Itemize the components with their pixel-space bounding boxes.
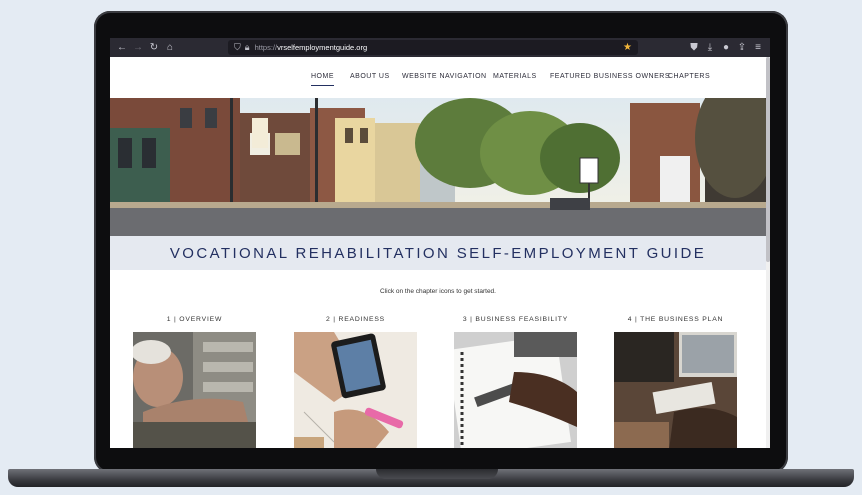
- chapter-label[interactable]: 3 | BUSINESS FEASIBILITY: [454, 316, 577, 323]
- lock-icon[interactable]: 🔒︎: [245, 42, 250, 53]
- address-bar[interactable]: ⛉ 🔒︎ https://vrselfemploymentguide.org ★: [228, 40, 638, 55]
- nav-about-us[interactable]: ABOUT US: [350, 73, 390, 80]
- browser-screen: ← → ↻ ⌂ ⛉ 🔒︎ https://vrselfemploymentgui…: [110, 38, 770, 448]
- chapter-business-plan-image[interactable]: [614, 332, 737, 448]
- chapter-readiness-image[interactable]: [294, 332, 417, 448]
- menu-icon[interactable]: ≡: [750, 38, 766, 57]
- chapter-overview-image[interactable]: [133, 332, 256, 448]
- scrollbar-thumb[interactable]: [766, 57, 770, 262]
- hero-street-image: [110, 98, 766, 236]
- nav-featured-business-owners[interactable]: FEATURED BUSINESS OWNERS: [550, 73, 670, 80]
- reload-icon[interactable]: ↻: [146, 38, 162, 57]
- laptop-notch: [376, 469, 498, 479]
- site-navigation: HOME ABOUT US WEBSITE NAVIGATION MATERIA…: [110, 57, 770, 98]
- page-title: VOCATIONAL REHABILITATION SELF-EMPLOYMEN…: [169, 244, 707, 262]
- forward-icon[interactable]: →: [130, 38, 146, 57]
- shield-icon[interactable]: ⛉: [234, 42, 241, 53]
- url-host: vrselfemploymentguide.org: [277, 43, 368, 52]
- page-scrollbar[interactable]: [766, 57, 770, 448]
- nav-website-navigation[interactable]: WEBSITE NAVIGATION: [402, 73, 487, 80]
- chapter-business-feasibility-image[interactable]: [454, 332, 577, 448]
- chapter-business-feasibility[interactable]: 3 | BUSINESS FEASIBILITY: [454, 316, 577, 448]
- chapter-label[interactable]: 2 | READINESS: [294, 316, 417, 323]
- pocket-icon[interactable]: ⛊: [686, 38, 702, 57]
- chapter-overview[interactable]: 1 | OVERVIEW: [133, 316, 256, 448]
- account-icon[interactable]: ●: [718, 38, 734, 57]
- back-icon[interactable]: ←: [114, 38, 130, 57]
- nav-materials[interactable]: MATERIALS: [493, 73, 537, 80]
- nav-chapters[interactable]: CHAPTERS: [668, 73, 710, 80]
- browser-toolbar: ← → ↻ ⌂ ⛉ 🔒︎ https://vrselfemploymentgui…: [110, 38, 770, 57]
- home-icon[interactable]: ⌂: [162, 38, 178, 57]
- download-icon[interactable]: ⤓: [702, 38, 718, 57]
- nav-home[interactable]: HOME: [311, 73, 334, 86]
- chapter-label[interactable]: 4 | THE BUSINESS PLAN: [614, 316, 737, 323]
- title-band: VOCATIONAL REHABILITATION SELF-EMPLOYMEN…: [110, 236, 766, 270]
- star-icon[interactable]: ★: [623, 40, 632, 55]
- instruction-text: Click on the chapter icons to get starte…: [380, 288, 496, 295]
- extensions-icon[interactable]: ⇪: [734, 38, 750, 57]
- url-text[interactable]: https://vrselfemploymentguide.org: [255, 43, 368, 52]
- chapter-readiness[interactable]: 2 | READINESS: [294, 316, 417, 448]
- street-scene-graphic: [110, 98, 766, 236]
- url-protocol: https://: [254, 43, 278, 52]
- chapter-business-plan[interactable]: 4 | THE BUSINESS PLAN: [614, 316, 737, 448]
- chapter-label[interactable]: 1 | OVERVIEW: [133, 316, 256, 323]
